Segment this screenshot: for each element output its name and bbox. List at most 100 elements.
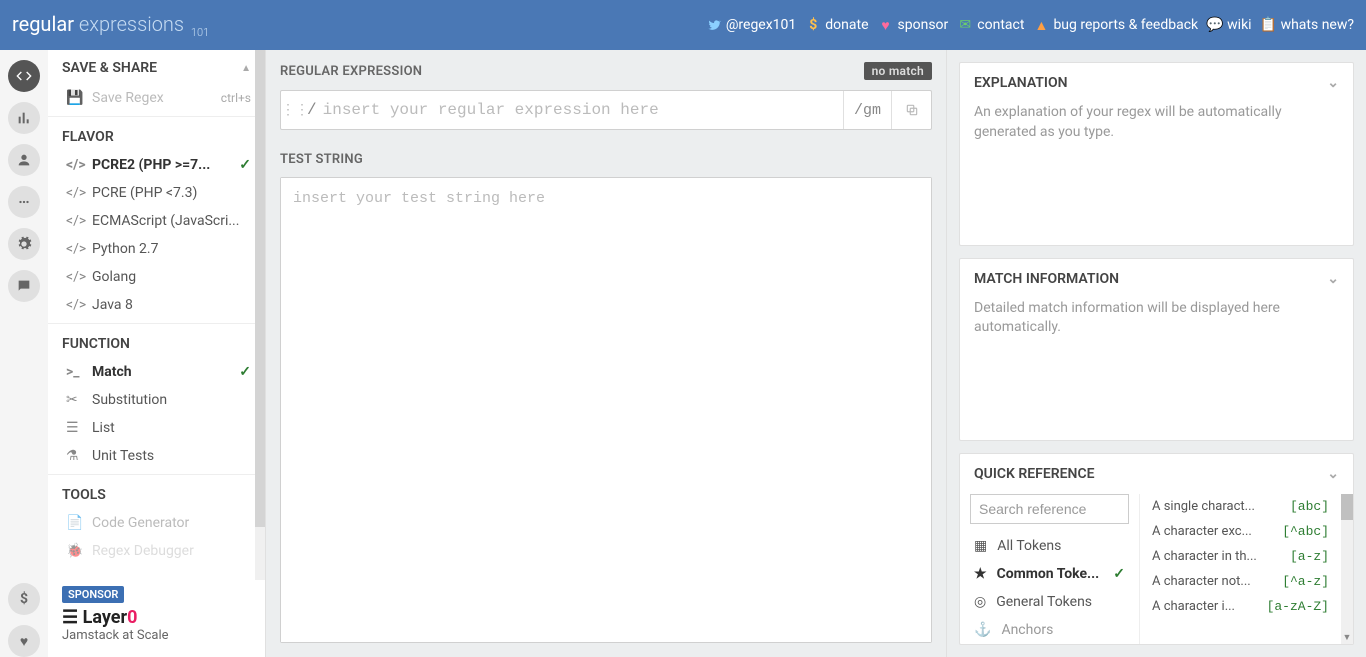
flavor-python[interactable]: </> Python 2.7	[48, 235, 265, 263]
sidebar-scroll-thumb[interactable]	[255, 50, 265, 527]
code-icon: </>	[66, 269, 80, 285]
rail-quiz[interactable]	[8, 186, 40, 218]
sidebar-scrollbar[interactable]	[255, 50, 265, 580]
wiki-label: wiki	[1227, 17, 1251, 33]
chevron-down-icon: ⌄	[1327, 271, 1339, 287]
flavor-golang[interactable]: </> Golang	[48, 263, 265, 291]
quickref-scroll-thumb[interactable]	[1341, 494, 1353, 520]
flavor-java[interactable]: </> Java 8	[48, 291, 265, 319]
quickref-items: A single charact... [abc] A character ex…	[1140, 494, 1353, 644]
rail-settings[interactable]	[8, 228, 40, 260]
flags-text: gm	[863, 102, 881, 119]
qr-cat-anchors[interactable]: ⚓ Anchors	[960, 616, 1139, 644]
tool-codegen[interactable]: 📄 Code Generator	[48, 509, 265, 537]
check-icon: ✓	[239, 364, 251, 380]
qr-item[interactable]: A character not... [^a-z]	[1140, 569, 1353, 594]
test-string-input[interactable]	[281, 178, 931, 642]
donate-link[interactable]: $ donate	[806, 17, 868, 33]
quickref-head[interactable]: QUICK REFERENCE ⌄	[960, 454, 1353, 494]
function-label: Substitution	[92, 392, 167, 408]
qr-cat-general[interactable]: ◎ General Tokens	[960, 588, 1139, 616]
donate-label: donate	[825, 17, 868, 33]
sponsor-block[interactable]: ☰ Layer0 Jamstack at Scale	[48, 607, 265, 657]
rail-account[interactable]	[8, 144, 40, 176]
function-title: FUNCTION	[48, 323, 265, 358]
logo-sub: 101	[191, 26, 209, 39]
qr-cat-label: General Tokens	[996, 594, 1092, 610]
quickref-body: ▦ All Tokens ★ Common Toke... ✓ ◎ Genera…	[960, 494, 1353, 644]
quickref-panel: QUICK REFERENCE ⌄ ▦ All Tokens ★ Common …	[959, 453, 1354, 645]
check-icon: ✓	[239, 157, 251, 173]
qr-item[interactable]: A character exc... [^abc]	[1140, 519, 1353, 544]
flavor-title: FLAVOR	[48, 116, 265, 151]
regex-input[interactable]	[317, 101, 843, 119]
copy-regex-button[interactable]	[891, 91, 931, 129]
match-body: Detailed match information will be displ…	[960, 299, 1353, 352]
collapse-icon: ▲	[241, 63, 251, 74]
sponsor-logo: ☰ Layer0	[62, 607, 251, 628]
explanation-head[interactable]: EXPLANATION ⌄	[960, 63, 1353, 103]
list-icon: ☰	[66, 420, 80, 436]
flavor-label: PCRE (PHP <7.3)	[92, 185, 197, 201]
mail-icon: ✉	[958, 18, 972, 32]
rail-regex-editor[interactable]	[8, 60, 40, 92]
function-match[interactable]: >_ Match ✓	[48, 358, 265, 386]
flavor-pcre[interactable]: </> PCRE (PHP <7.3)	[48, 179, 265, 207]
scissors-icon: ✂	[66, 392, 80, 408]
test-title: TEST STRING	[280, 152, 363, 167]
qr-item-code: [^abc]	[1282, 524, 1329, 539]
no-match-badge: no match	[864, 62, 932, 80]
sponsor-link[interactable]: ♥ sponsor	[879, 17, 949, 33]
match-info-head[interactable]: MATCH INFORMATION ⌄	[960, 259, 1353, 299]
tool-debugger[interactable]: 🐞 Regex Debugger	[48, 537, 265, 565]
quickref-search-input[interactable]	[970, 494, 1129, 524]
drag-handle-icon[interactable]: ⋮⋮	[281, 102, 307, 118]
section-save-share[interactable]: SAVE & SHARE ▲	[48, 50, 265, 84]
folder-icon: ▦	[974, 538, 987, 554]
scroll-down-icon[interactable]: ▼	[1341, 632, 1353, 644]
twitter-link[interactable]: @regex101	[707, 17, 796, 33]
qr-cat-label: All Tokens	[997, 538, 1061, 554]
whatsnew-link[interactable]: 📋 whats new?	[1262, 17, 1354, 33]
qr-item-label: A character i...	[1152, 599, 1235, 614]
rail-chat[interactable]	[8, 270, 40, 302]
twitter-label: @regex101	[726, 17, 796, 33]
function-label: Unit Tests	[92, 448, 154, 464]
code-icon: </>	[66, 185, 80, 201]
qr-cat-common[interactable]: ★ Common Toke... ✓	[960, 560, 1139, 588]
file-icon: 📄	[66, 515, 80, 531]
rail-library[interactable]	[8, 102, 40, 134]
qr-cat-all[interactable]: ▦ All Tokens	[960, 532, 1139, 560]
flavor-label: Python 2.7	[92, 241, 158, 257]
rail-favorite[interactable]: ♥	[8, 625, 40, 657]
regex-input-row: ⋮⋮ / / gm	[280, 90, 932, 130]
flavor-label: Golang	[92, 269, 136, 285]
quickref-scrollbar[interactable]: ▼	[1341, 494, 1353, 644]
contact-link[interactable]: ✉ contact	[958, 17, 1024, 33]
rail-donate[interactable]: $	[8, 583, 40, 615]
flags-selector[interactable]: / gm	[843, 91, 891, 129]
qr-item-code: [a-zA-Z]	[1267, 599, 1329, 614]
chevron-down-icon: ⌄	[1327, 466, 1339, 482]
qr-item[interactable]: A character i... [a-zA-Z]	[1140, 594, 1353, 619]
function-list[interactable]: ☰ List	[48, 414, 265, 442]
qr-item-label: A character in th...	[1152, 549, 1257, 564]
regex-title: REGULAR EXPRESSION	[280, 64, 422, 79]
qr-item[interactable]: A single charact... [abc]	[1140, 494, 1353, 519]
flavor-pcre2[interactable]: </> PCRE2 (PHP >=7... ✓	[48, 151, 265, 179]
save-regex-item[interactable]: 💾 Save Regex ctrl+s	[48, 84, 265, 112]
save-shortcut: ctrl+s	[221, 91, 251, 105]
save-regex-label: Save Regex	[92, 90, 164, 106]
qr-item-label: A character exc...	[1152, 524, 1252, 539]
qr-item[interactable]: A character in th... [a-z]	[1140, 544, 1353, 569]
site-logo[interactable]: regular expressions 101	[12, 12, 209, 39]
qr-item-code: [abc]	[1290, 499, 1329, 514]
function-substitution[interactable]: ✂ Substitution	[48, 386, 265, 414]
bugs-link[interactable]: ▲ bug reports & feedback	[1034, 17, 1198, 33]
function-unittests[interactable]: ⚗ Unit Tests	[48, 442, 265, 470]
function-label: Match	[92, 364, 132, 380]
wiki-link[interactable]: 💬 wiki	[1208, 17, 1251, 33]
qr-item-label: A character not...	[1152, 574, 1251, 589]
flavor-ecmascript[interactable]: </> ECMAScript (JavaScri...	[48, 207, 265, 235]
save-icon: 💾	[66, 90, 80, 106]
